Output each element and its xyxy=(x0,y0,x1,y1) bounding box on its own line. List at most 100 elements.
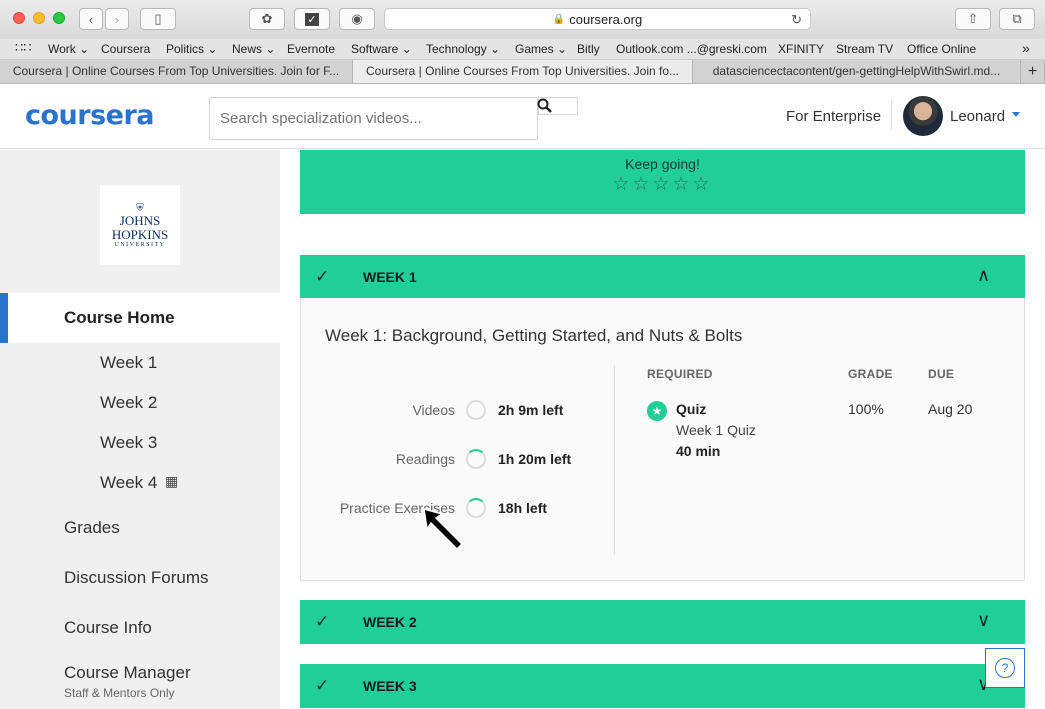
user-name[interactable]: Leonard xyxy=(950,108,1005,125)
assignment-duration: 40 min xyxy=(676,443,721,459)
bookmark-work[interactable]: Work ⌄ xyxy=(48,42,89,56)
chevron-up-icon[interactable]: ∧ xyxy=(977,265,990,286)
column-header-required: REQUIRED xyxy=(647,367,713,381)
bookmark-software[interactable]: Software ⌄ xyxy=(351,42,412,56)
privacy-extension-button[interactable]: ◉ xyxy=(339,8,375,30)
tab-coursera-1[interactable]: Coursera | Online Courses From Top Unive… xyxy=(0,60,353,83)
bookmark-coursera[interactable]: Coursera xyxy=(101,42,150,56)
back-button[interactable]: ‹ xyxy=(79,8,103,30)
week-3-header[interactable]: ✓ WEEK 3 ∨ xyxy=(300,664,1025,708)
bookmark-outlook[interactable]: Outlook.com ...@greski.com xyxy=(616,42,767,56)
bookmark-xfinity[interactable]: XFINITY xyxy=(778,42,824,56)
week-label: WEEK 3 xyxy=(363,678,417,694)
grid-icon[interactable]: ∷∷ xyxy=(15,40,32,56)
evernote-extension-button[interactable]: ✿ xyxy=(249,8,285,30)
sidebar-item-label: Course Home xyxy=(64,308,175,327)
bookmark-office-online[interactable]: Office Online xyxy=(907,42,976,56)
sidebar-icon: ▯ xyxy=(154,11,162,26)
search-input[interactable] xyxy=(209,97,538,140)
avatar[interactable] xyxy=(903,96,943,136)
sidebar-item-week-1[interactable]: Week 1 xyxy=(100,353,157,373)
progress-value-readings: 1h 20m left xyxy=(498,451,572,467)
university-logo-line1: JOHNS xyxy=(119,212,161,228)
reload-icon[interactable]: ↻ xyxy=(791,12,802,28)
sidebar-item-week-4[interactable]: Week 4 xyxy=(100,473,157,493)
sidebar-item-grades[interactable]: Grades xyxy=(64,518,120,538)
sidebar-item-course-manager[interactable]: Course Manager xyxy=(64,663,191,683)
header-divider xyxy=(891,100,892,130)
bookmark-technology[interactable]: Technology ⌄ xyxy=(426,42,500,56)
new-tab-button[interactable]: + xyxy=(1021,60,1045,83)
lock-icon: 🔒 xyxy=(552,13,566,25)
calendar-icon: ▦ xyxy=(165,473,179,489)
week-2-header[interactable]: ✓ WEEK 2 ∨ xyxy=(300,600,1025,644)
assignment-grade: 100% xyxy=(848,401,884,417)
progress-ring-practice xyxy=(466,498,486,518)
star-icon: ★ xyxy=(647,401,667,421)
keep-going-text: Keep going! xyxy=(625,156,700,172)
address-bar[interactable]: 🔒 coursera.org ↻ xyxy=(384,8,811,30)
bookmark-stream-tv[interactable]: Stream TV xyxy=(836,42,893,56)
for-enterprise-link[interactable]: For Enterprise xyxy=(786,108,881,125)
mouse-cursor-icon xyxy=(423,507,464,551)
check-icon: ✓ xyxy=(315,267,330,286)
column-header-due: DUE xyxy=(928,367,955,381)
course-manager-subtitle: Staff & Mentors Only xyxy=(64,686,175,700)
week-label: WEEK 1 xyxy=(363,269,417,285)
progress-ring-readings xyxy=(466,449,486,469)
active-indicator xyxy=(0,293,8,343)
more-bookmarks-icon[interactable]: » xyxy=(1022,40,1030,56)
minimize-window-button[interactable] xyxy=(33,12,45,24)
column-divider xyxy=(614,366,615,554)
week-label: WEEK 2 xyxy=(363,614,417,630)
progress-ring-videos xyxy=(466,400,486,420)
bookmark-games[interactable]: Games ⌄ xyxy=(515,42,567,56)
keep-going-banner: Keep going! ☆☆☆☆☆ xyxy=(300,150,1025,214)
sidebar-toggle-button[interactable]: ▯ xyxy=(140,8,176,30)
assignment-due: Aug 20 xyxy=(928,401,973,417)
checkbox-icon: ✓ xyxy=(305,12,319,26)
question-icon: ? xyxy=(995,658,1015,678)
sidebar-item-course-home[interactable]: Course Home xyxy=(0,293,280,343)
progress-value-videos: 2h 9m left xyxy=(498,402,564,418)
bookmarks-bar: ∷∷ Work ⌄ Coursera Politics ⌄ News ⌄ Eve… xyxy=(0,39,1045,60)
tab-overview-button[interactable]: ⧉ xyxy=(999,8,1035,30)
url-text: coursera.org xyxy=(569,11,643,27)
bookmark-news[interactable]: News ⌄ xyxy=(232,42,275,56)
university-logo: ⛨ JOHNS HOPKINS UNIVERSITY xyxy=(100,185,180,265)
column-header-grade: GRADE xyxy=(848,367,893,381)
week-title: Week 1: Background, Getting Started, and… xyxy=(325,326,743,345)
zoom-window-button[interactable] xyxy=(53,12,65,24)
browser-titlebar: ‹ › ▯ ✿ ✓ ◉ 🔒 coursera.org ↻ ⇧ ⧉ xyxy=(0,0,1045,39)
checklist-extension-button[interactable]: ✓ xyxy=(294,8,330,30)
check-icon: ✓ xyxy=(315,612,330,631)
search-icon[interactable] xyxy=(537,98,553,114)
tab-strip: Coursera | Online Courses From Top Unive… xyxy=(0,60,1045,84)
sidebar-item-course-info[interactable]: Course Info xyxy=(64,618,152,638)
university-logo-line2: HOPKINS xyxy=(111,226,169,242)
sidebar-item-week-3[interactable]: Week 3 xyxy=(100,433,157,453)
share-button[interactable]: ⇧ xyxy=(955,8,991,30)
tab-coursera-2[interactable]: Coursera | Online Courses From Top Unive… xyxy=(353,60,693,83)
sidebar-item-week-2[interactable]: Week 2 xyxy=(100,393,157,413)
university-logo-line3: UNIVERSITY xyxy=(114,241,166,248)
coursera-logo[interactable]: coursera xyxy=(25,100,155,131)
star-rating[interactable]: ☆☆☆☆☆ xyxy=(300,173,1025,196)
assignment-type[interactable]: Quiz xyxy=(676,401,706,417)
sidebar-item-discussion-forums[interactable]: Discussion Forums xyxy=(64,568,209,588)
site-header: coursera For Enterprise Leonard xyxy=(0,84,1045,149)
assignment-name[interactable]: Week 1 Quiz xyxy=(676,422,756,438)
tab-github[interactable]: datasciencectacontent/gen-gettingHelpWit… xyxy=(693,60,1021,83)
chevron-left-icon: ‹ xyxy=(88,11,94,27)
caret-down-icon[interactable] xyxy=(1012,112,1020,117)
bookmark-bitly[interactable]: Bitly xyxy=(577,42,600,56)
chevron-down-icon[interactable]: ∨ xyxy=(977,610,990,631)
bookmark-evernote[interactable]: Evernote xyxy=(287,42,335,56)
forward-button[interactable]: › xyxy=(105,8,129,30)
bookmark-politics[interactable]: Politics ⌄ xyxy=(166,42,217,56)
check-icon: ✓ xyxy=(315,676,330,695)
help-button[interactable]: ? xyxy=(985,648,1025,688)
close-window-button[interactable] xyxy=(13,12,25,24)
week-1-header[interactable]: ✓ WEEK 1 ∧ xyxy=(300,255,1025,299)
shield-icon: ◉ xyxy=(351,11,363,26)
